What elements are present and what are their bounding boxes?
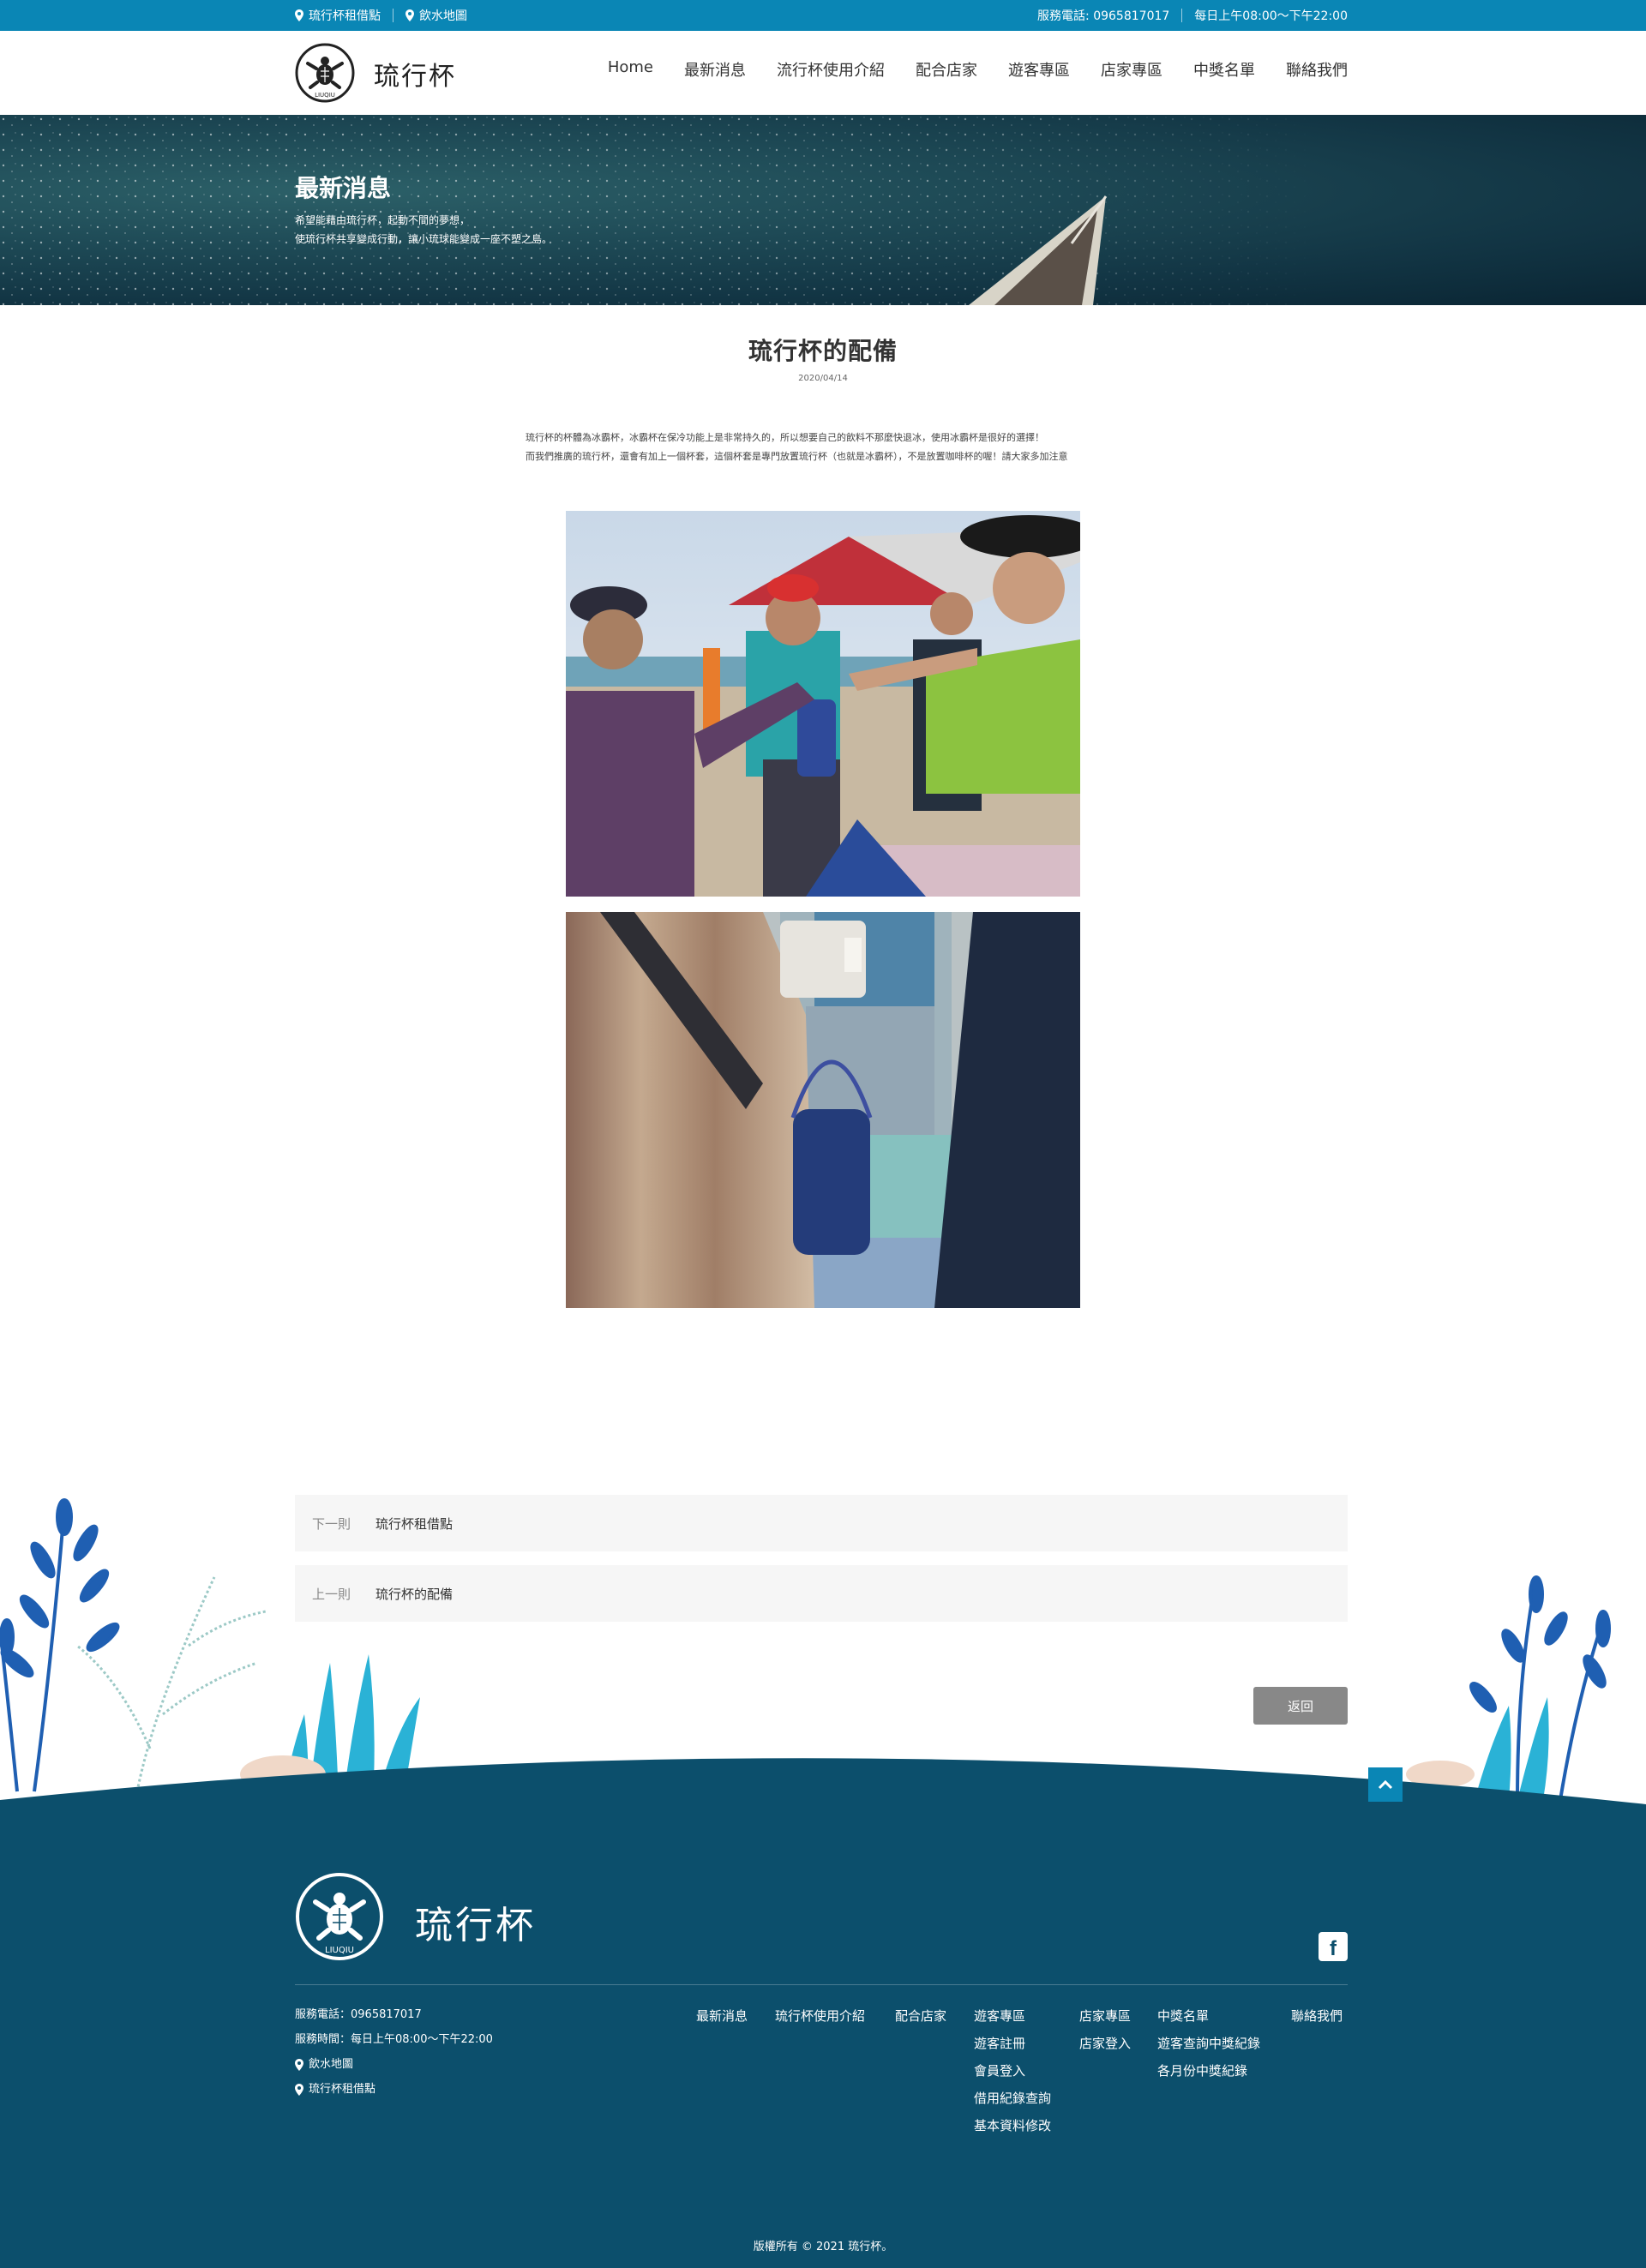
footer-rental-link[interactable]: 琉行杯租借點 — [295, 2077, 493, 2102]
topbar-phone: 服務電話: 0965817017 — [1037, 9, 1170, 23]
footer-link-intro[interactable]: 琉行杯使用介紹 — [775, 2008, 865, 2024]
footer-water-map-label: 飲水地圖 — [309, 2058, 354, 2071]
svg-text:LIUQIU: LIUQIU — [315, 92, 335, 99]
next-label: 下一則 — [312, 1515, 351, 1532]
topbar-rental-link[interactable]: 琉行杯租借點 — [295, 7, 381, 24]
hero-banner: 最新消息 希望能藉由琉行杯，起動不間的夢想， 使琉行杯共享變成行動，讓小琉球能變… — [0, 115, 1646, 305]
next-title: 琉行杯租借點 — [375, 1515, 454, 1532]
site-header: LIUQIU 琉行杯 Home 最新消息 流行杯使用介紹 配合店家 遊客專區 店… — [0, 31, 1646, 115]
turtle-logo-icon: LIUQIU — [296, 1873, 383, 1960]
footer-col-store: 店家專區 店家登入 — [1079, 2002, 1131, 2057]
article-date: 2020/04/14 — [798, 374, 848, 383]
footer-link-store-login[interactable]: 店家登入 — [1079, 2036, 1131, 2051]
ocean-texture — [0, 115, 1646, 305]
hero-subtitle: 希望能藉由琉行杯，起動不間的夢想， 使琉行杯共享變成行動，讓小琉球能變成一座不塑… — [295, 211, 552, 249]
chevron-up-icon — [1378, 1779, 1393, 1790]
nav-home[interactable]: Home — [608, 58, 653, 81]
back-to-top-button[interactable] — [1368, 1767, 1403, 1802]
article-paragraph: 而我們推廣的琉行杯，還會有加上一個杯套，這個杯套是專門放置琉行杯（也就是冰霸杯）… — [526, 451, 1068, 462]
nav-stores[interactable]: 配合店家 — [916, 58, 977, 81]
location-pin-icon — [295, 2083, 303, 2096]
footer-col-intro: 琉行杯使用介紹 — [775, 2002, 865, 2030]
footer-col-stores: 配合店家 — [895, 2002, 946, 2030]
location-pin-icon — [295, 9, 303, 21]
footer-link-member-login[interactable]: 會員登入 — [974, 2063, 1025, 2079]
footer-col-news: 最新消息 — [696, 2002, 748, 2030]
next-article-link[interactable]: 下一則 琉行杯租借點 — [295, 1495, 1348, 1551]
footer-divider — [295, 1984, 1348, 1985]
footer-link-visitor-register[interactable]: 遊客註冊 — [974, 2036, 1025, 2051]
footer-col-contact: 聯絡我們 — [1291, 2002, 1343, 2030]
facebook-icon[interactable]: f — [1319, 1932, 1348, 1961]
footer-link-winners[interactable]: 中獎名單 — [1157, 2008, 1209, 2024]
turtle-logo-icon: LIUQIU — [295, 43, 355, 103]
topbar-hours: 每日上午08:00～下午22:00 — [1194, 9, 1348, 23]
nav-intro[interactable]: 流行杯使用介紹 — [777, 58, 885, 81]
divider — [1181, 9, 1183, 22]
nav-visitor[interactable]: 遊客專區 — [1008, 58, 1070, 81]
footer-link-monthly-prize[interactable]: 各月份中獎紀錄 — [1157, 2063, 1247, 2079]
main-nav: Home 最新消息 流行杯使用介紹 配合店家 遊客專區 店家專區 中獎名單 聯絡… — [608, 58, 1348, 81]
nav-contact[interactable]: 聯絡我們 — [1286, 58, 1348, 81]
top-bar: 琉行杯租借點 飲水地圖 服務電話: 0965817017 每日上午08:00～下… — [0, 0, 1646, 31]
photo-cup-in-sleeve — [566, 912, 1080, 1308]
footer-brand: 琉行杯 — [415, 1904, 536, 1947]
footer-contact: 服務電話：0965817017 服務時間：每日上午08:00～下午22:00 飲… — [295, 2002, 493, 2102]
prev-article-link[interactable]: 上一則 琉行杯的配備 — [295, 1565, 1348, 1622]
topbar-water-map-label: 飲水地圖 — [419, 9, 467, 23]
footer-hours: 服務時間：每日上午08:00～下午22:00 — [295, 2033, 493, 2046]
footer-col-visitor: 遊客專區 遊客註冊 會員登入 借用紀錄查詢 基本資料修改 — [974, 2002, 1051, 2139]
footer-link-visitor-prize-query[interactable]: 遊客查詢中獎紀錄 — [1157, 2036, 1260, 2051]
footer-rental-label: 琉行杯租借點 — [309, 2083, 376, 2096]
site-footer: LIUQIU 琉行杯 f 服務電話：0965817017 服務時間：每日上午08… — [0, 1834, 1646, 2268]
nav-store-area[interactable]: 店家專區 — [1101, 58, 1162, 81]
topbar-water-map-link[interactable]: 飲水地圖 — [405, 7, 467, 24]
footer-link-borrow-records[interactable]: 借用紀錄查詢 — [974, 2091, 1051, 2106]
footer-phone: 服務電話：0965817017 — [295, 2008, 422, 2021]
nav-winners[interactable]: 中獎名單 — [1193, 58, 1255, 81]
footer-link-profile-edit[interactable]: 基本資料修改 — [974, 2118, 1051, 2133]
hero-subtitle-line: 希望能藉由琉行杯，起動不間的夢想， — [295, 214, 471, 226]
footer-col-prize: 中獎名單 遊客查詢中獎紀錄 各月份中獎紀錄 — [1157, 2002, 1260, 2085]
hero-subtitle-line: 使琉行杯共享變成行動，讓小琉球能變成一座不塑之島。 — [295, 233, 553, 245]
nav-news[interactable]: 最新消息 — [684, 58, 746, 81]
svg-text:LIUQIU: LIUQIU — [325, 1946, 354, 1955]
article-paragraph: 琉行杯的杯體為冰霸杯，冰霸杯在保冷功能上是非常持久的，所以想要自己的飲料不那麼快… — [526, 432, 1044, 443]
article-title: 琉行杯的配備 — [748, 337, 898, 365]
brand-name: 琉行杯 — [374, 62, 456, 92]
back-button[interactable]: 返回 — [1253, 1687, 1348, 1725]
article-photo — [566, 912, 1080, 1308]
copyright: 版權所有 © 2021 琉行杯。 — [753, 2241, 893, 2253]
footer-link-stores[interactable]: 配合店家 — [895, 2008, 946, 2024]
hero-title: 最新消息 — [295, 174, 392, 202]
footer-water-map-link[interactable]: 飲水地圖 — [295, 2052, 493, 2077]
footer-link-visitor[interactable]: 遊客專區 — [974, 2008, 1025, 2024]
location-pin-icon — [405, 9, 414, 21]
footer-link-contact[interactable]: 聯絡我們 — [1291, 2008, 1343, 2024]
article-body: 琉行杯的杯體為冰霸杯，冰霸杯在保冷功能上是非常持久的，所以想要自己的飲料不那麼快… — [526, 429, 1143, 466]
article-photo — [566, 511, 1080, 897]
prev-label: 上一則 — [312, 1586, 351, 1602]
location-pin-icon — [295, 2058, 303, 2071]
footer-link-news[interactable]: 最新消息 — [696, 2008, 748, 2024]
topbar-rental-label: 琉行杯租借點 — [309, 9, 381, 23]
footer-link-store-area[interactable]: 店家專區 — [1079, 2008, 1131, 2024]
prev-title: 琉行杯的配備 — [375, 1586, 454, 1602]
photo-people-handing-cup — [566, 511, 1080, 897]
